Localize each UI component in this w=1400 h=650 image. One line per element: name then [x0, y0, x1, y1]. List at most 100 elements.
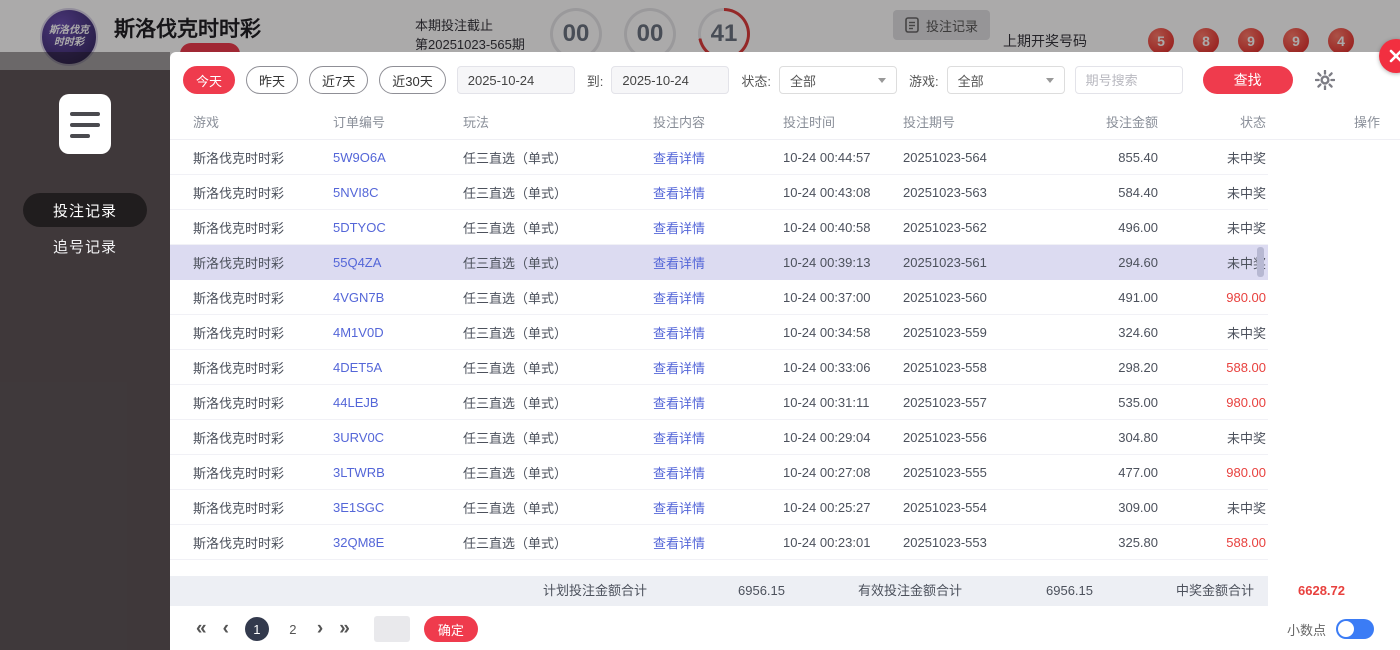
cell-detail-link[interactable]: 查看详情: [653, 288, 783, 307]
cell-amount: 294.60: [1048, 255, 1158, 270]
cell-detail-link[interactable]: 查看详情: [653, 358, 783, 377]
cell-detail-link[interactable]: 查看详情: [653, 428, 783, 447]
records-side-nav: 投注记录 追号记录: [0, 52, 170, 650]
cell-time: 10-24 00:25:27: [783, 500, 903, 515]
table-row[interactable]: 斯洛伐克时时彩 3E1SGC 任三直选（单式） 查看详情 10-24 00:25…: [170, 490, 1268, 525]
cell-order[interactable]: 5W9O6A: [333, 150, 463, 165]
cell-detail-link[interactable]: 查看详情: [653, 393, 783, 412]
cell-period: 20251023-559: [903, 325, 1048, 340]
col-order: 订单编号: [333, 112, 463, 131]
scrollbar-thumb[interactable]: [1257, 247, 1264, 277]
cell-detail-link[interactable]: 查看详情: [653, 498, 783, 517]
range-yesterday-button[interactable]: 昨天: [246, 66, 298, 94]
range-30days-button[interactable]: 近30天: [379, 66, 445, 94]
cell-order[interactable]: 55Q4ZA: [333, 255, 463, 270]
cell-period: 20251023-553: [903, 535, 1048, 550]
table-row[interactable]: 斯洛伐克时时彩 4VGN7B 任三直选（单式） 查看详情 10-24 00:37…: [170, 280, 1268, 315]
cell-detail-link[interactable]: 查看详情: [653, 323, 783, 342]
range-7days-button[interactable]: 近7天: [309, 66, 368, 94]
cell-period: 20251023-560: [903, 290, 1048, 305]
game-select-value: 全部: [958, 71, 984, 90]
table-row[interactable]: 斯洛伐克时时彩 55Q4ZA 任三直选（单式） 查看详情 10-24 00:39…: [170, 245, 1268, 280]
cell-status: 980.00: [1158, 395, 1266, 410]
cell-game: 斯洛伐克时时彩: [193, 183, 333, 202]
date-from-input[interactable]: [457, 66, 575, 94]
page-jump-input[interactable]: [374, 616, 410, 642]
date-to-input[interactable]: [611, 66, 729, 94]
page-button-2[interactable]: 2: [281, 617, 305, 641]
plan-total-value: 6956.15: [738, 576, 785, 606]
table-row[interactable]: 斯洛伐克时时彩 5NVI8C 任三直选（单式） 查看详情 10-24 00:43…: [170, 175, 1268, 210]
cell-time: 10-24 00:43:08: [783, 185, 903, 200]
cell-detail-link[interactable]: 查看详情: [653, 183, 783, 202]
cell-game: 斯洛伐克时时彩: [193, 393, 333, 412]
cell-status: 未中奖: [1158, 323, 1266, 342]
sidebar-item-bet-records[interactable]: 投注记录: [23, 193, 147, 227]
decimal-toggle-switch[interactable]: [1336, 619, 1374, 639]
cell-time: 10-24 00:33:06: [783, 360, 903, 375]
cell-time: 10-24 00:39:13: [783, 255, 903, 270]
bet-records-modal: 今天 昨天 近7天 近30天 到: 状态: 全部 游戏: 全部 查找: [170, 52, 1400, 650]
cell-order[interactable]: 3URV0C: [333, 430, 463, 445]
cell-order[interactable]: 4DET5A: [333, 360, 463, 375]
last-page-icon[interactable]: »: [339, 617, 350, 641]
cell-amount: 535.00: [1048, 395, 1158, 410]
cell-order[interactable]: 5DTYOC: [333, 220, 463, 235]
cell-status: 未中奖: [1158, 428, 1266, 447]
col-time: 投注时间: [783, 112, 903, 131]
table-row[interactable]: 斯洛伐克时时彩 5W9O6A 任三直选（单式） 查看详情 10-24 00:44…: [170, 140, 1268, 175]
table-row[interactable]: 斯洛伐克时时彩 4DET5A 任三直选（单式） 查看详情 10-24 00:33…: [170, 350, 1268, 385]
cell-amount: 855.40: [1048, 150, 1158, 165]
period-search-input[interactable]: [1075, 66, 1183, 94]
cell-detail-link[interactable]: 查看详情: [653, 533, 783, 552]
cell-order[interactable]: 3E1SGC: [333, 500, 463, 515]
col-play: 玩法: [463, 112, 653, 131]
cell-order[interactable]: 5NVI8C: [333, 185, 463, 200]
pagination-bar: « ‹ 1 2 › » 确定 小数点: [170, 616, 1400, 642]
table-row[interactable]: 斯洛伐克时时彩 4M1V0D 任三直选（单式） 查看详情 10-24 00:34…: [170, 315, 1268, 350]
cell-time: 10-24 00:34:58: [783, 325, 903, 340]
cell-period: 20251023-556: [903, 430, 1048, 445]
win-total-value: 6628.72: [1298, 576, 1345, 606]
cell-play: 任三直选（单式）: [463, 358, 653, 377]
cell-period: 20251023-554: [903, 500, 1048, 515]
first-page-icon[interactable]: «: [196, 617, 207, 641]
chevron-down-icon: [878, 78, 886, 83]
table-row[interactable]: 斯洛伐克时时彩 3LTWRB 任三直选（单式） 查看详情 10-24 00:27…: [170, 455, 1268, 490]
search-button[interactable]: 查找: [1203, 66, 1293, 94]
cell-detail-link[interactable]: 查看详情: [653, 148, 783, 167]
game-select[interactable]: 全部: [947, 66, 1065, 94]
cell-order[interactable]: 44LEJB: [333, 395, 463, 410]
cell-status: 未中奖: [1158, 183, 1266, 202]
cell-order[interactable]: 4VGN7B: [333, 290, 463, 305]
status-select-value: 全部: [790, 71, 816, 90]
cell-play: 任三直选（单式）: [463, 323, 653, 342]
status-label: 状态:: [741, 71, 771, 90]
sidebar-item-chase-records[interactable]: 追号记录: [23, 229, 147, 263]
cell-detail-link[interactable]: 查看详情: [653, 463, 783, 482]
cell-period: 20251023-564: [903, 150, 1048, 165]
cell-play: 任三直选（单式）: [463, 428, 653, 447]
cell-detail-link[interactable]: 查看详情: [653, 253, 783, 272]
next-page-icon[interactable]: ›: [317, 617, 323, 641]
cell-order[interactable]: 32QM8E: [333, 535, 463, 550]
settings-gear-icon[interactable]: [1315, 70, 1335, 90]
cell-order[interactable]: 4M1V0D: [333, 325, 463, 340]
cell-period: 20251023-555: [903, 465, 1048, 480]
cell-play: 任三直选（单式）: [463, 218, 653, 237]
cell-detail-link[interactable]: 查看详情: [653, 218, 783, 237]
status-select[interactable]: 全部: [779, 66, 897, 94]
table-row[interactable]: 斯洛伐克时时彩 44LEJB 任三直选（单式） 查看详情 10-24 00:31…: [170, 385, 1268, 420]
page-button-1[interactable]: 1: [245, 617, 269, 641]
cell-game: 斯洛伐克时时彩: [193, 358, 333, 377]
table-row[interactable]: 斯洛伐克时时彩 5DTYOC 任三直选（单式） 查看详情 10-24 00:40…: [170, 210, 1268, 245]
cell-amount: 496.00: [1048, 220, 1158, 235]
cell-order[interactable]: 3LTWRB: [333, 465, 463, 480]
table-row[interactable]: 斯洛伐克时时彩 32QM8E 任三直选（单式） 查看详情 10-24 00:23…: [170, 525, 1268, 560]
table-row[interactable]: 斯洛伐克时时彩 3URV0C 任三直选（单式） 查看详情 10-24 00:29…: [170, 420, 1268, 455]
prev-page-icon[interactable]: ‹: [223, 617, 229, 641]
confirm-button[interactable]: 确定: [424, 616, 478, 642]
cell-period: 20251023-557: [903, 395, 1048, 410]
cell-amount: 491.00: [1048, 290, 1158, 305]
range-today-button[interactable]: 今天: [183, 66, 235, 94]
